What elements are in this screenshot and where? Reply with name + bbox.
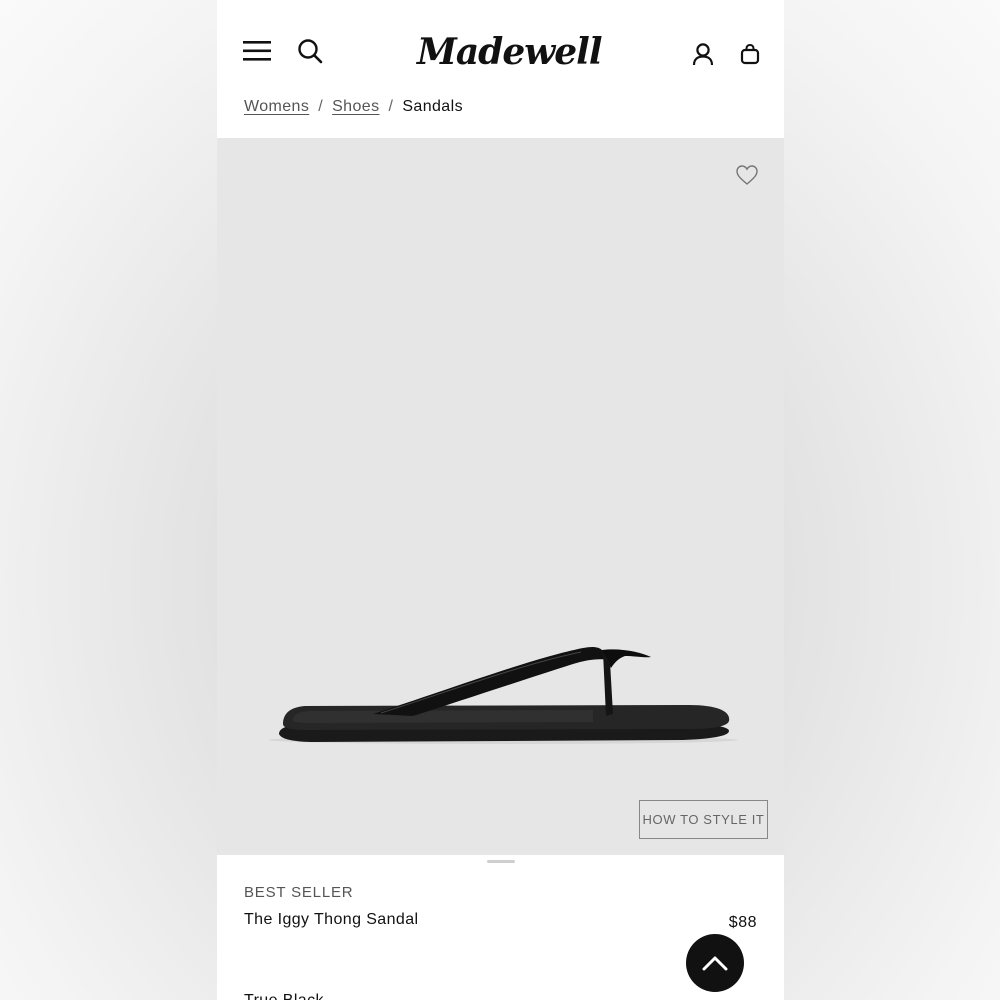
- product-image[interactable]: HOW TO STYLE IT: [217, 138, 784, 855]
- how-to-style-button[interactable]: HOW TO STYLE IT: [639, 800, 768, 839]
- breadcrumb-separator: /: [388, 98, 394, 115]
- sheet-handle[interactable]: [487, 860, 515, 863]
- brand-logo[interactable]: Madewell: [417, 28, 603, 76]
- search-button[interactable]: [295, 36, 325, 66]
- bag-icon: [740, 43, 760, 65]
- breadcrumb-link-shoes[interactable]: Shoes: [332, 98, 379, 116]
- product-color: True Black: [244, 992, 324, 1000]
- chevron-up-icon: [702, 956, 728, 971]
- product-page: Madewell Womens / Shoes / Sandals HOW TO…: [217, 0, 784, 1000]
- breadcrumb-current: Sandals: [402, 98, 463, 115]
- menu-button[interactable]: [241, 34, 273, 68]
- best-seller-badge: BEST SELLER: [244, 884, 354, 901]
- bag-button[interactable]: [737, 40, 763, 68]
- breadcrumb-link-womens[interactable]: Womens: [244, 98, 309, 116]
- product-title: The Iggy Thong Sandal: [244, 911, 419, 928]
- account-icon: [692, 43, 714, 66]
- breadcrumb: Womens / Shoes / Sandals: [244, 98, 463, 116]
- menu-icon: [243, 41, 271, 61]
- wishlist-button[interactable]: [734, 162, 760, 188]
- product-price: $88: [728, 914, 757, 931]
- scroll-to-top-button[interactable]: [686, 934, 744, 992]
- account-button[interactable]: [689, 40, 717, 68]
- search-icon: [298, 39, 323, 64]
- site-header: Madewell: [217, 0, 784, 90]
- heart-icon: [736, 165, 758, 185]
- breadcrumb-separator: /: [318, 98, 324, 115]
- sandal-image: [268, 646, 738, 744]
